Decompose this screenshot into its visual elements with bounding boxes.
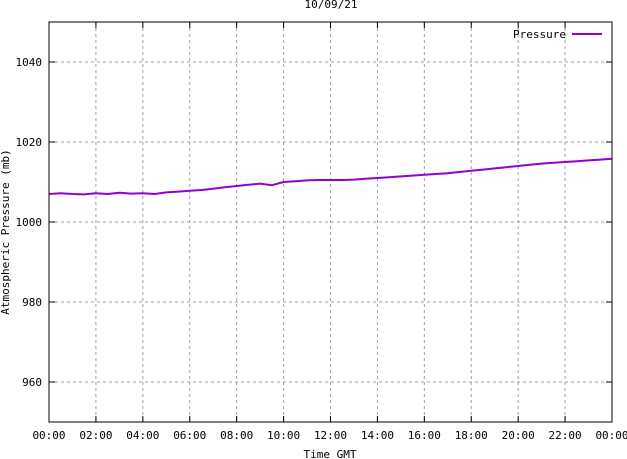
- x-tick-label: 00:00: [32, 429, 65, 442]
- pressure-chart: 10/09/21 960 980 1000 1020 1040 00:00 02:00 04…: [0, 0, 627, 459]
- y-axis-label: Atmospheric Pressure (mb): [0, 149, 12, 315]
- x-tick-label: 06:00: [173, 429, 206, 442]
- pressure-series-line: [48, 157, 613, 196]
- x-tick-label: 00:00: [595, 429, 627, 442]
- x-tick-label: 10:00: [267, 429, 300, 442]
- x-tick-label: 20:00: [502, 429, 535, 442]
- x-tick-label: 12:00: [314, 429, 347, 442]
- x-tick-label: 04:00: [126, 429, 159, 442]
- y-tick-label: 980: [22, 296, 42, 309]
- y-tick-label: 1020: [16, 136, 43, 149]
- y-tick-label: 960: [22, 376, 42, 389]
- x-axis-label: Time GMT: [304, 448, 357, 459]
- x-tick-label: 14:00: [361, 429, 394, 442]
- grid-lines: [49, 22, 612, 422]
- y-tick-label: 1000: [16, 216, 43, 229]
- y-tick-label: 1040: [16, 56, 43, 69]
- x-tick-label: 08:00: [220, 429, 253, 442]
- x-tick-label: 22:00: [549, 429, 582, 442]
- chart-title: 10/09/21: [305, 0, 358, 11]
- x-axis-ticks: 00:00 02:00 04:00 06:00 08:00 10:00 12:00 14:00…: [32, 22, 627, 442]
- legend-label: Pressure: [513, 28, 566, 41]
- x-tick-label: 02:00: [79, 429, 112, 442]
- x-tick-label: 18:00: [455, 429, 488, 442]
- x-tick-label: 16:00: [408, 429, 441, 442]
- legend: Pressure: [513, 28, 602, 41]
